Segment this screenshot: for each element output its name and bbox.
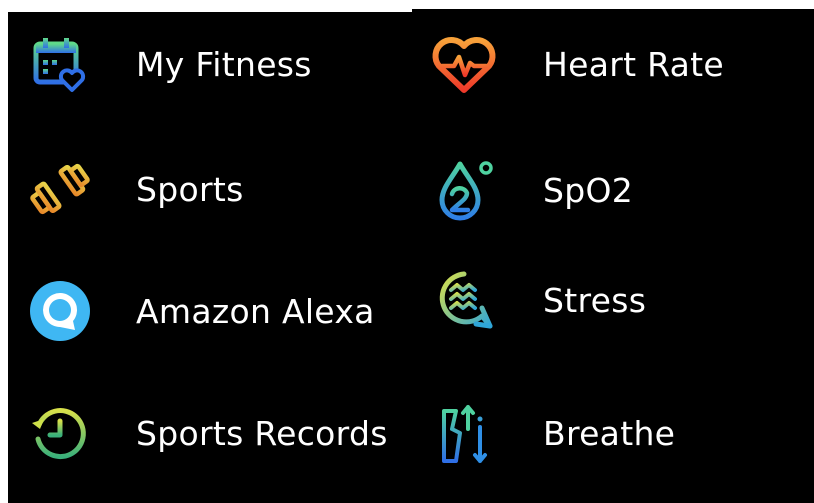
right-menu-panel: Heart Rate SpO2 Stress Breathe xyxy=(412,9,814,503)
calendar-heart-icon xyxy=(26,30,94,98)
menu-item-label: Heart Rate xyxy=(543,44,725,84)
menu-item-label: Sports xyxy=(136,169,244,209)
menu-item-heart-rate[interactable]: Heart Rate xyxy=(430,30,724,98)
menu-item-my-fitness[interactable]: My Fitness xyxy=(26,30,312,98)
menu-item-amazon-alexa[interactable]: Amazon Alexa xyxy=(26,277,375,345)
oxygen-drop-icon xyxy=(430,156,498,224)
menu-item-label: My Fitness xyxy=(136,44,312,84)
alexa-icon xyxy=(26,277,94,345)
menu-item-label: Breathe xyxy=(543,413,676,453)
menu-item-breathe[interactable]: Breathe xyxy=(430,399,675,467)
menu-item-stress[interactable]: Stress xyxy=(430,266,646,334)
left-menu-panel: My Fitness Sports Amazon Alexa Sports Re… xyxy=(8,12,412,503)
heart-pulse-icon xyxy=(430,30,498,98)
menu-item-label: Sports Records xyxy=(136,413,388,453)
menu-item-label: Amazon Alexa xyxy=(136,291,375,331)
stress-waves-icon xyxy=(430,266,498,334)
menu-item-sports[interactable]: Sports xyxy=(26,155,244,223)
menu-item-label: Stress xyxy=(543,280,647,320)
menu-item-label: SpO2 xyxy=(543,170,634,210)
history-clock-icon xyxy=(26,399,94,467)
menu-item-spo2[interactable]: SpO2 xyxy=(430,156,633,224)
menu-item-sports-records[interactable]: Sports Records xyxy=(26,399,388,467)
dumbbell-icon xyxy=(26,155,94,223)
breathe-icon xyxy=(430,399,498,467)
